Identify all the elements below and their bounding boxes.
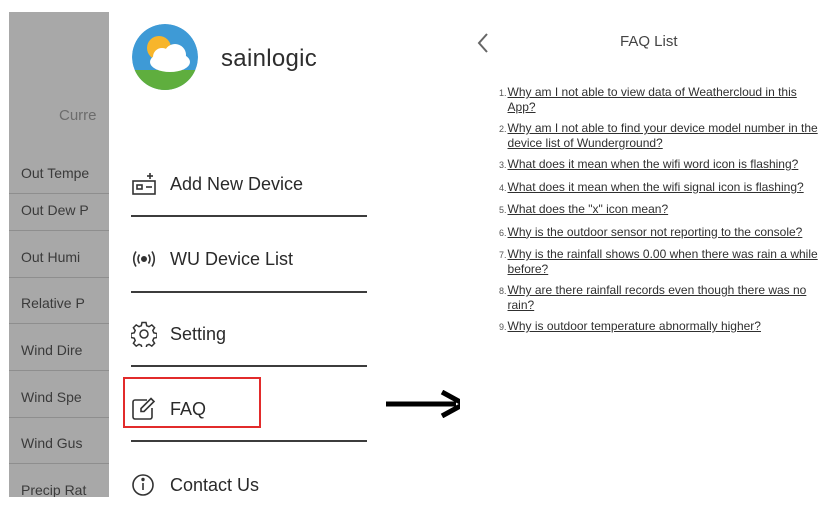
navigation-drawer: sainlogic Add New Device WU Device List: [109, 12, 379, 497]
faq-number: 6.: [499, 227, 507, 238]
faq-number: 4.: [499, 182, 507, 193]
faq-screen: FAQ List 1. Why am I not able to view da…: [460, 12, 819, 497]
background-divider: [9, 370, 109, 371]
menu-item-label: WU Device List: [170, 248, 294, 269]
faq-question-link[interactable]: What does it mean when the wifi signal i…: [508, 180, 804, 195]
menu-divider: [131, 215, 367, 217]
menu-item-add-new-device[interactable]: Add New Device: [131, 164, 371, 204]
faq-item: 9. Why is outdoor temperature abnormally…: [499, 319, 819, 335]
faq-item: 3. What does it mean when the wifi word …: [499, 157, 819, 173]
faq-highlight-box: [123, 377, 261, 428]
menu-item-label: Setting: [170, 323, 227, 344]
faq-question-link[interactable]: Why is the rainfall shows 0.00 when ther…: [508, 247, 819, 276]
back-icon[interactable]: [474, 30, 494, 56]
menu-divider: [131, 365, 367, 367]
faq-question-link[interactable]: Why is outdoor temperature abnormally hi…: [508, 319, 761, 334]
page-title: FAQ List: [620, 33, 678, 50]
faq-number: 5.: [499, 205, 507, 215]
background-row: Precip Rat: [21, 482, 87, 497]
signal-icon: [131, 246, 161, 272]
faq-item: 8. Why are there rainfall records even t…: [499, 283, 819, 312]
faq-item: 6. Why is the outdoor sensor not reporti…: [499, 225, 819, 241]
background-row: Relative P: [21, 295, 85, 311]
faq-number: 1.: [499, 88, 507, 98]
background-row: Out Humi: [21, 249, 81, 265]
faq-number: 8.: [499, 286, 507, 296]
faq-item: 4. What does it mean when the wifi signa…: [499, 180, 819, 196]
faq-question-link[interactable]: Why is the outdoor sensor not reporting …: [508, 225, 803, 240]
add-device-icon: [131, 171, 161, 197]
menu-divider: [131, 291, 367, 293]
background-divider: [9, 193, 109, 194]
faq-item: 2. Why am I not able to find your device…: [499, 121, 819, 150]
faq-question-link[interactable]: What does the "x" icon mean?: [508, 202, 669, 217]
background-divider: [9, 277, 109, 278]
background-row: Wind Dire: [21, 342, 83, 358]
faq-question-link[interactable]: Why am I not able to view data of Weathe…: [508, 85, 819, 114]
background-divider: [9, 323, 109, 324]
background-divider: [9, 463, 109, 464]
faq-item: 7. Why is the rainfall shows 0.00 when t…: [499, 247, 819, 276]
faq-question-link[interactable]: What does it mean when the wifi word ico…: [508, 157, 799, 172]
menu-item-contact-us[interactable]: Contact Us: [131, 465, 371, 505]
menu-divider: [131, 440, 367, 442]
gear-icon: [131, 321, 161, 347]
faq-number: 7.: [499, 250, 507, 260]
background-row: Wind Spe: [21, 389, 82, 405]
menu-item-label: Add New Device: [170, 173, 304, 194]
menu-item-setting[interactable]: Setting: [131, 314, 371, 354]
faq-item: 5. What does the "x" icon mean?: [499, 202, 819, 218]
info-icon: [131, 472, 161, 498]
brand-name: sainlogic: [221, 45, 318, 72]
app-logo: [132, 24, 198, 90]
background-row: Wind Gus: [21, 435, 83, 451]
menu-item-label: Contact Us: [170, 474, 260, 495]
background-row: Out Tempe: [21, 165, 90, 181]
right-arrow-icon: [384, 389, 470, 423]
background-divider: [9, 230, 109, 231]
faq-item: 1. Why am I not able to view data of Wea…: [499, 85, 819, 114]
background-title: Curre: [59, 107, 97, 124]
faq-number: 9.: [499, 322, 507, 332]
background-divider: [9, 417, 109, 418]
faq-question-link[interactable]: Why are there rainfall records even thou…: [508, 283, 819, 312]
background-row: Out Dew P: [21, 202, 89, 218]
background-screen: Curre Out Tempe Out Dew P Out Humi Relat…: [9, 12, 109, 497]
faq-number: 3.: [499, 160, 507, 170]
faq-number: 2.: [499, 124, 507, 134]
faq-list: 1. Why am I not able to view data of Wea…: [499, 85, 819, 342]
faq-question-link[interactable]: Why am I not able to find your device mo…: [508, 121, 819, 150]
menu-item-wu-device-list[interactable]: WU Device List: [131, 239, 371, 279]
